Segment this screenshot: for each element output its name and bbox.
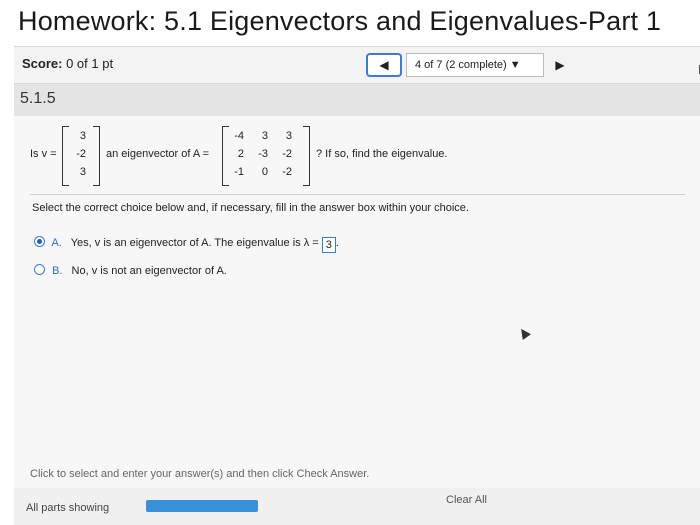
matrix-entry: 3 — [261, 130, 268, 142]
previous-question-button[interactable]: ◀ — [366, 53, 402, 77]
score-value: 0 of 1 pt — [66, 56, 114, 71]
vector-v: 3 -2 3 — [62, 126, 100, 186]
matrix-entry: -2 — [282, 148, 292, 160]
matrix-right-bracket — [303, 126, 310, 186]
section-number: 5.1.5 — [20, 90, 56, 107]
matrix-entry: -2 — [282, 166, 292, 178]
page-title: Homework: 5.1 Eigenvectors and Eigenvalu… — [18, 6, 662, 36]
clear-all-button[interactable]: Clear All — [446, 494, 487, 506]
title-bar: Homework: 5.1 Eigenvectors and Eigenvalu… — [0, 0, 700, 44]
choice-end: . — [335, 237, 339, 249]
eigenvalue-answer-box[interactable]: 3 — [321, 237, 336, 253]
next-question-button[interactable]: ▶ — [548, 53, 572, 77]
question-progress-dropdown[interactable]: 4 of 7 (2 complete) ▼ — [406, 53, 544, 77]
vector-right-bracket — [93, 126, 100, 186]
vector-entry: 3 — [79, 166, 86, 178]
section-bar: 5.1.5 — [14, 84, 700, 116]
question-content: Is v = 3 -2 3 an eigenvector of A = -4 3… — [14, 116, 700, 525]
score-label: Score: — [22, 56, 63, 71]
vector-entry: -2 — [76, 148, 86, 160]
score: Score: 0 of 1 pt — [22, 56, 113, 71]
problem-middle: an eigenvector of A = — [106, 148, 210, 160]
choice-letter: B. — [52, 265, 63, 277]
matrix-entry: 0 — [261, 166, 268, 178]
choice-letter: A. — [51, 237, 62, 249]
vector-entry: 3 — [79, 130, 86, 142]
parts-progress-bar — [146, 500, 258, 512]
matrix-entry: 3 — [285, 130, 292, 142]
choice-a[interactable]: A. Yes, v is an eigenvector of A. The ei… — [34, 236, 339, 253]
problem-suffix: ? If so, find the eigenvalue. — [316, 148, 448, 160]
matrix-entry: 2 — [237, 148, 244, 160]
choice-b[interactable]: B. No, v is not an eigenvector of A. — [34, 264, 227, 277]
radio-unselected-icon[interactable] — [34, 264, 45, 275]
problem-prefix: Is v = — [30, 148, 57, 160]
problem-statement: Is v = 3 -2 3 an eigenvector of A = -4 3… — [30, 124, 690, 188]
instruction-text: Select the correct choice below and, if … — [32, 202, 469, 214]
footer-bar: All parts showing Clear All — [14, 488, 700, 525]
radio-selected-icon[interactable] — [34, 236, 45, 247]
matrix-a: -4 3 3 2 -3 -2 -1 0 -2 — [222, 126, 310, 186]
divider — [30, 194, 685, 195]
mouse-cursor-icon — [517, 326, 531, 340]
matrix-entry: -4 — [234, 130, 244, 142]
footer-hint: Click to select and enter your answer(s)… — [30, 468, 370, 480]
matrix-entry: -3 — [258, 148, 268, 160]
parts-progress-fill — [146, 500, 258, 512]
parts-showing-label: All parts showing — [26, 502, 110, 514]
choice-text: Yes, v is an eigenvector of A. The eigen… — [70, 237, 319, 249]
score-bar: Score: 0 of 1 pt ◀ 4 of 7 (2 complete) ▼… — [14, 46, 700, 84]
choice-text: No, v is not an eigenvector of A. — [71, 265, 227, 277]
matrix-entry: -1 — [234, 166, 244, 178]
